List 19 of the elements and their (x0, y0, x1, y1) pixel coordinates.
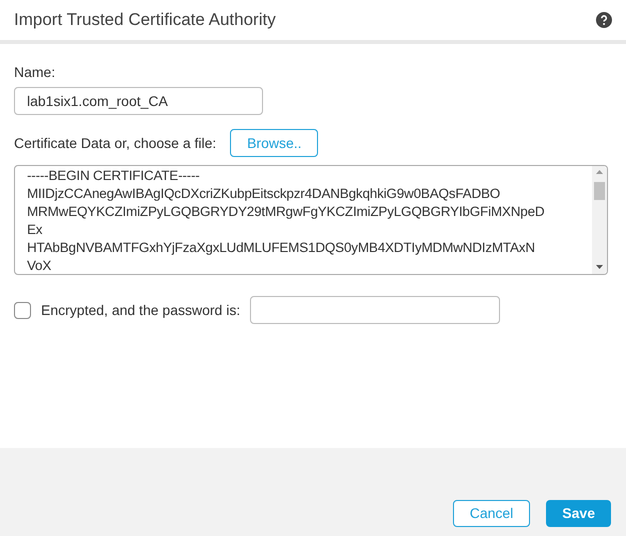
certificate-line: Ex (27, 221, 44, 239)
certificate-label: Certificate Data or, choose a file: (14, 134, 216, 152)
password-field[interactable] (250, 296, 500, 324)
browse-button[interactable]: Browse.. (230, 129, 318, 157)
name-field[interactable]: lab1six1.com_root_CA (14, 87, 263, 115)
certificate-textarea[interactable] (14, 165, 608, 275)
cancel-button[interactable]: Cancel (452, 500, 530, 527)
name-label: Name: (14, 63, 56, 82)
encrypted-label: Encrypted, and the password is: (41, 300, 240, 320)
save-button[interactable]: Save (546, 500, 611, 527)
certificate-line: HTAbBgNVBAMTFGxhYjFzaXgxLUdMLUFEMS1DQS0yMB4XDTIyMDMwNDIzMTAxN (27, 239, 536, 257)
help-icon[interactable] (596, 12, 612, 28)
certificate-line: VoX (27, 257, 52, 274)
certificate-line: MIIDjzCCAnegAwIBAgIQcDXcriZKubpEitsckpzr4DANBgkqhkiG9w0BAQsFADBO (27, 185, 502, 203)
dialog-title: Import Trusted Certificate Authority (14, 9, 276, 32)
certificate-line: MRMwEQYKCZImiZPyLGQBGRYDY29tMRgwFgYKCZImiZPyLGQBGRYIbGFiMXNpeD (27, 203, 546, 221)
scrollbar-icon[interactable] (592, 166, 607, 274)
certificate-line: -----BEGIN CERTIFICATE----- (27, 167, 201, 185)
encrypted-checkbox[interactable] (14, 302, 31, 318)
